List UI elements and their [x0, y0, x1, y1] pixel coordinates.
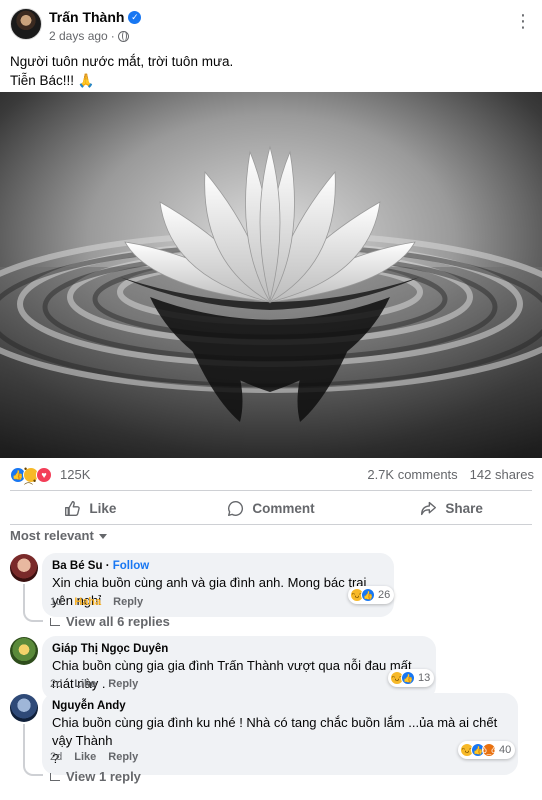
- thread-line: [23, 724, 43, 776]
- post-meta: 2 days ago ·: [49, 29, 129, 43]
- comment-time[interactable]: 2d: [50, 678, 62, 690]
- comment-reaction-count: 26: [378, 589, 391, 601]
- comment-meta: 1d Haha Reply: [50, 596, 143, 608]
- reply-button[interactable]: Reply: [113, 596, 143, 608]
- like-comment-button[interactable]: Like: [74, 751, 96, 763]
- like-button-label: Like: [89, 500, 117, 516]
- lotus-image: [0, 92, 542, 458]
- caption-line-2: Tiễn Bác!!! 🙏: [10, 73, 95, 88]
- commenter-name[interactable]: Nguyễn Andy: [52, 699, 508, 714]
- comment-reaction-count: 40: [499, 744, 512, 756]
- view-replies-link[interactable]: View all 6 replies: [50, 614, 170, 629]
- sort-label: Most relevant: [10, 528, 94, 543]
- like-reaction-icon: 👍: [401, 671, 415, 685]
- comment-meta: 2d Like Reply: [50, 751, 138, 763]
- comment-text-line-1: Chia buồn cùng gia đình ku nhé ! Nhà có …: [52, 715, 498, 748]
- post-time[interactable]: 2 days ago: [49, 29, 108, 43]
- comment-button[interactable]: Comment: [181, 494, 362, 522]
- comment-icon: [228, 500, 244, 516]
- reaction-emojis[interactable]: 👍 •︵• ♥: [10, 464, 52, 486]
- share-icon: [421, 501, 437, 515]
- divider: [10, 490, 532, 491]
- name-separator: ·: [105, 560, 110, 572]
- globe-icon[interactable]: [117, 30, 129, 42]
- reactions-bar: 👍 •︵• ♥ 125K 2.7K comments 142 shares: [0, 462, 542, 488]
- reply-arrow-icon: [50, 772, 60, 781]
- post-header: Trấn Thành ✓ 2 days ago · ⋮: [0, 0, 542, 44]
- chevron-down-icon: [98, 534, 107, 539]
- thread-line: [23, 584, 43, 622]
- commenter-name-row: Ba Bé Su · Follow: [52, 559, 384, 574]
- view-replies-label: View all 6 replies: [66, 614, 170, 629]
- reply-button[interactable]: Reply: [108, 678, 138, 690]
- post-photo[interactable]: [0, 92, 542, 458]
- reaction-count[interactable]: 125K: [60, 467, 90, 482]
- commenter-name[interactable]: Ba Bé Su: [52, 560, 103, 572]
- comment-bubble: Giáp Thị Ngọc Duyên Chia buồn cùng gia g…: [42, 636, 436, 700]
- commenter-avatar[interactable]: [10, 637, 38, 665]
- comment-reactions[interactable]: ᵔᴗᵔ 👍 26: [348, 586, 395, 604]
- reply-button[interactable]: Reply: [108, 751, 138, 763]
- follow-button[interactable]: Follow: [113, 560, 149, 572]
- commenter-avatar[interactable]: [10, 694, 38, 722]
- comment-time[interactable]: 1d: [50, 596, 62, 608]
- react-haha-button[interactable]: Haha: [74, 596, 101, 608]
- divider: [10, 524, 532, 525]
- like-button[interactable]: Like: [0, 494, 181, 522]
- post-caption: Người tuôn nước mắt, trời tuôn mưa. Tiễn…: [10, 52, 233, 90]
- comment-meta: 2d Like Reply: [50, 678, 138, 690]
- share-count[interactable]: 142 shares: [470, 467, 534, 482]
- reply-arrow-icon: [50, 617, 60, 626]
- commenter-avatar[interactable]: [10, 554, 38, 582]
- more-options-icon[interactable]: ⋮: [514, 12, 533, 30]
- thumbs-up-icon: [65, 500, 81, 516]
- share-button[interactable]: Share: [361, 494, 542, 522]
- view-replies-link[interactable]: View 1 reply: [50, 769, 141, 784]
- commenter-name[interactable]: Giáp Thị Ngọc Duyên: [52, 642, 426, 657]
- love-reaction-icon: ♥: [36, 467, 52, 483]
- caption-line-1: Người tuôn nước mắt, trời tuôn mưa.: [10, 54, 234, 69]
- post-actions: Like Comment Share: [0, 494, 542, 522]
- meta-separator: ·: [110, 29, 115, 43]
- comment-time[interactable]: 2d: [50, 751, 62, 763]
- author-name[interactable]: Trấn Thành: [49, 9, 124, 25]
- comment-count[interactable]: 2.7K comments: [367, 467, 457, 482]
- comment-reaction-count: 13: [418, 672, 431, 684]
- author-avatar[interactable]: [10, 8, 42, 40]
- verified-badge-icon: ✓: [128, 10, 142, 24]
- comment-sort-dropdown[interactable]: Most relevant: [10, 528, 107, 543]
- comment-reactions[interactable]: ᵔᴗᵔ 👍 13: [388, 669, 435, 687]
- post-stats: 2.7K comments 142 shares: [367, 467, 534, 482]
- angry-reaction-icon: ò_ó: [482, 743, 496, 757]
- like-comment-button[interactable]: Like: [74, 678, 96, 690]
- view-replies-label: View 1 reply: [66, 769, 141, 784]
- comment-button-label: Comment: [252, 500, 315, 516]
- author-name-row: Trấn Thành ✓: [49, 9, 142, 25]
- comment-reactions[interactable]: ᵔᴗᵔ 👍 ò_ó 40: [458, 741, 516, 759]
- like-reaction-icon: 👍: [361, 588, 375, 602]
- share-button-label: Share: [445, 500, 483, 516]
